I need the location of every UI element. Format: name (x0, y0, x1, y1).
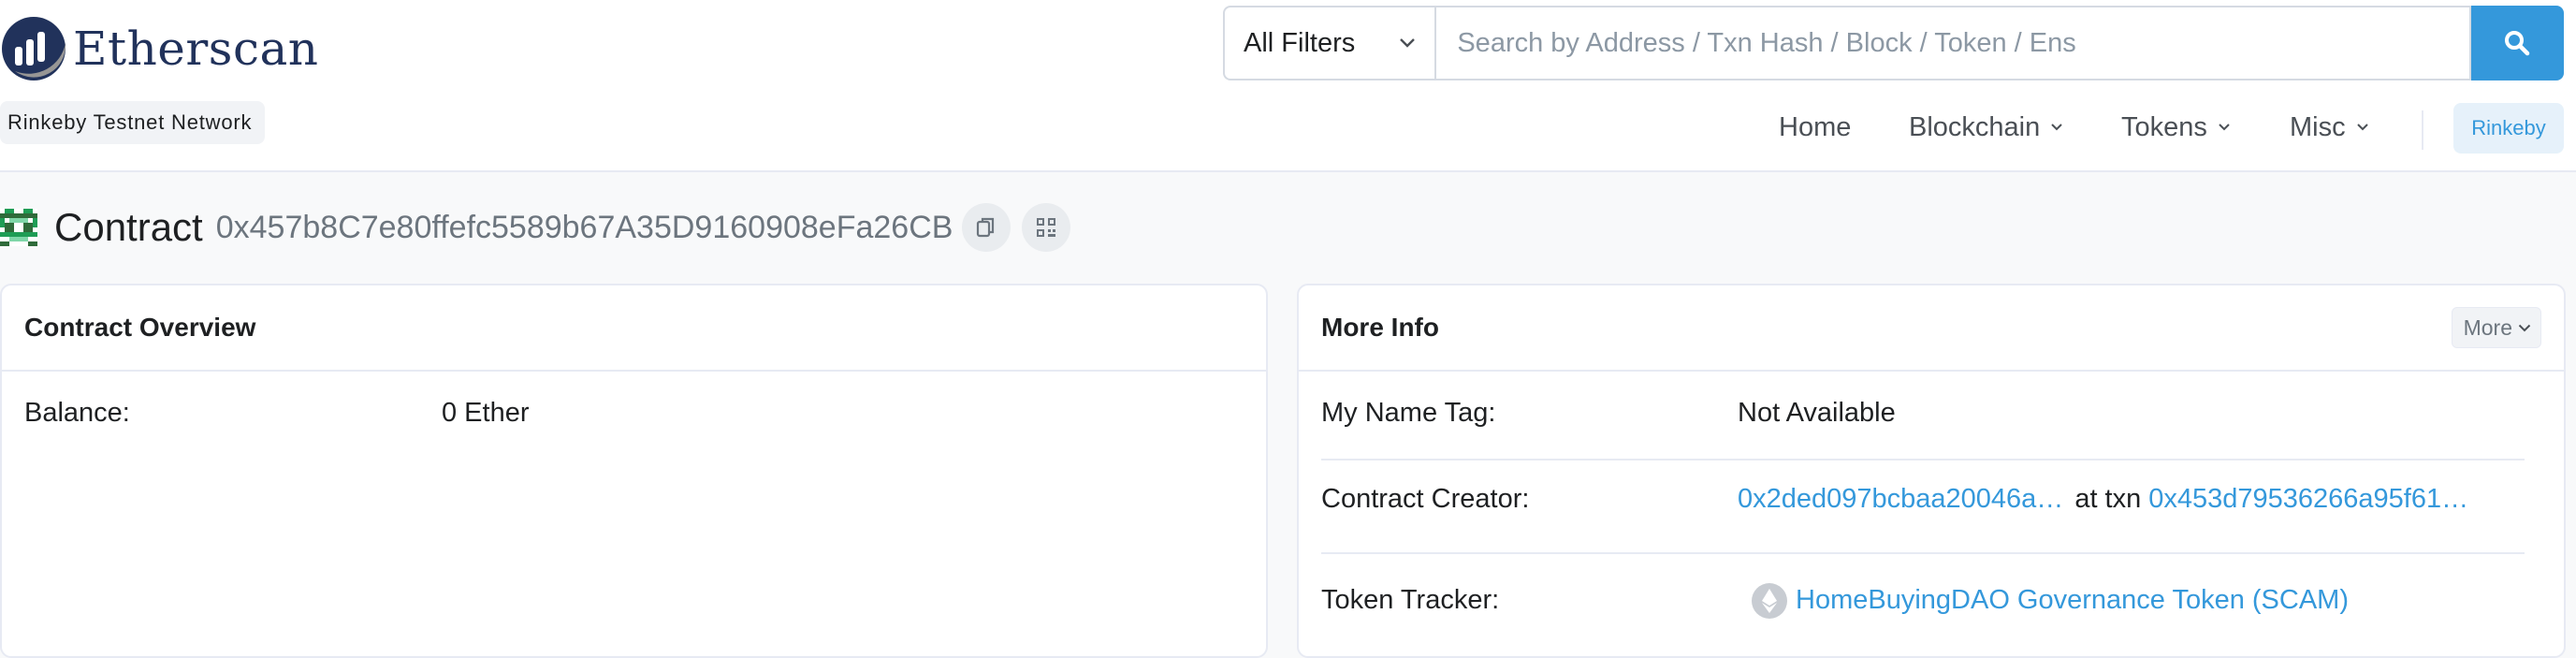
ethereum-icon (1752, 582, 1787, 619)
row-divider (1321, 552, 2525, 554)
contract-overview-title: Contract Overview (24, 313, 256, 342)
token-tracker-label: Token Tracker: (1321, 585, 1500, 615)
search-filter-select[interactable]: All Filters (1223, 6, 1435, 80)
chevron-down-icon (2051, 124, 2062, 131)
card-header: More Info More (1299, 285, 2564, 372)
row-divider (1321, 459, 2525, 461)
brand-name: Etherscan (73, 22, 319, 76)
chevron-down-icon (1400, 38, 1416, 48)
contract-avatar (0, 209, 37, 246)
search-input[interactable] (1434, 6, 2471, 80)
nav-home[interactable]: Home (1779, 112, 1851, 143)
search-button[interactable] (2470, 6, 2565, 80)
card-header: Contract Overview (2, 285, 1266, 372)
creator-address-link[interactable]: 0x2ded097bcbaa20046a… (1738, 484, 2063, 515)
contract-creator-row: Contract Creator: 0x2ded097bcbaa20046a… … (1321, 484, 2525, 515)
balance-row: Balance: 0 Ether (24, 398, 1227, 429)
etherscan-logo[interactable]: Etherscan (0, 13, 318, 84)
search-filter-label: All Filters (1244, 27, 1356, 58)
name-tag-label: My Name Tag: (1321, 398, 1496, 428)
search-icon (2505, 31, 2530, 56)
name-tag-row: My Name Tag: Not Available (1321, 398, 2525, 429)
more-dropdown-button[interactable]: More (2451, 307, 2541, 348)
nav-tokens-label: Tokens (2121, 111, 2207, 142)
token-tracker-value: HomeBuyingDAO Governance Token (SCAM) (1751, 582, 2349, 620)
balance-value: 0 Ether (442, 398, 530, 428)
nav-tokens[interactable]: Tokens (2121, 112, 2230, 143)
more-info-title: More Info (1321, 313, 1439, 342)
chevron-down-icon (2219, 124, 2230, 131)
chevron-down-icon (2518, 324, 2531, 331)
nav-blockchain-label: Blockchain (1909, 111, 2041, 142)
nav-misc[interactable]: Misc (2290, 112, 2368, 143)
contract-overview-card: Contract Overview Balance: 0 Ether (0, 284, 1268, 658)
token-tracker-row: Token Tracker: HomeBuyingDAO Governance … (1321, 582, 2525, 619)
contract-creator-value: 0x2ded097bcbaa20046a… at txn 0x453d79536… (1738, 484, 2468, 515)
creator-txn-link[interactable]: 0x453d79536266a95f61… (2148, 484, 2468, 515)
nav-divider (2422, 110, 2423, 150)
name-tag-value: Not Available (1738, 398, 1896, 428)
contract-creator-label: Contract Creator: (1321, 484, 1530, 514)
nav-home-label: Home (1779, 111, 1852, 142)
search-bar: All Filters (1223, 6, 2565, 84)
nav-blockchain[interactable]: Blockchain (1909, 112, 2062, 143)
top-header: Etherscan Rinkeby Testnet Network All Fi… (0, 0, 2576, 172)
qr-code-icon (1037, 218, 1055, 237)
token-tracker-link[interactable]: HomeBuyingDAO Governance Token (SCAM) (1796, 585, 2349, 616)
chevron-down-icon (2356, 124, 2368, 131)
contract-address[interactable]: 0x457b8C7e80ffefc5589b67A35D9160908eFa26… (216, 210, 953, 246)
etherscan-logo-icon (2, 17, 66, 80)
page-title: Contract (54, 205, 203, 249)
balance-label: Balance: (24, 398, 130, 428)
page-title-row: Contract 0x457b8C7e80ffefc5589b67A35D916… (0, 197, 953, 258)
nav-misc-label: Misc (2290, 111, 2346, 142)
qr-code-button[interactable] (1022, 203, 1070, 252)
copy-address-button[interactable] (962, 203, 1011, 252)
at-txn-text: at txn (2074, 484, 2142, 514)
more-info-card: More Info More My Name Tag: Not Availabl… (1297, 284, 2566, 658)
copy-icon (976, 217, 995, 238)
more-button-label: More (2463, 314, 2512, 340)
network-badge: Rinkeby Testnet Network (0, 101, 266, 144)
network-switch-button[interactable]: Rinkeby (2453, 103, 2564, 154)
